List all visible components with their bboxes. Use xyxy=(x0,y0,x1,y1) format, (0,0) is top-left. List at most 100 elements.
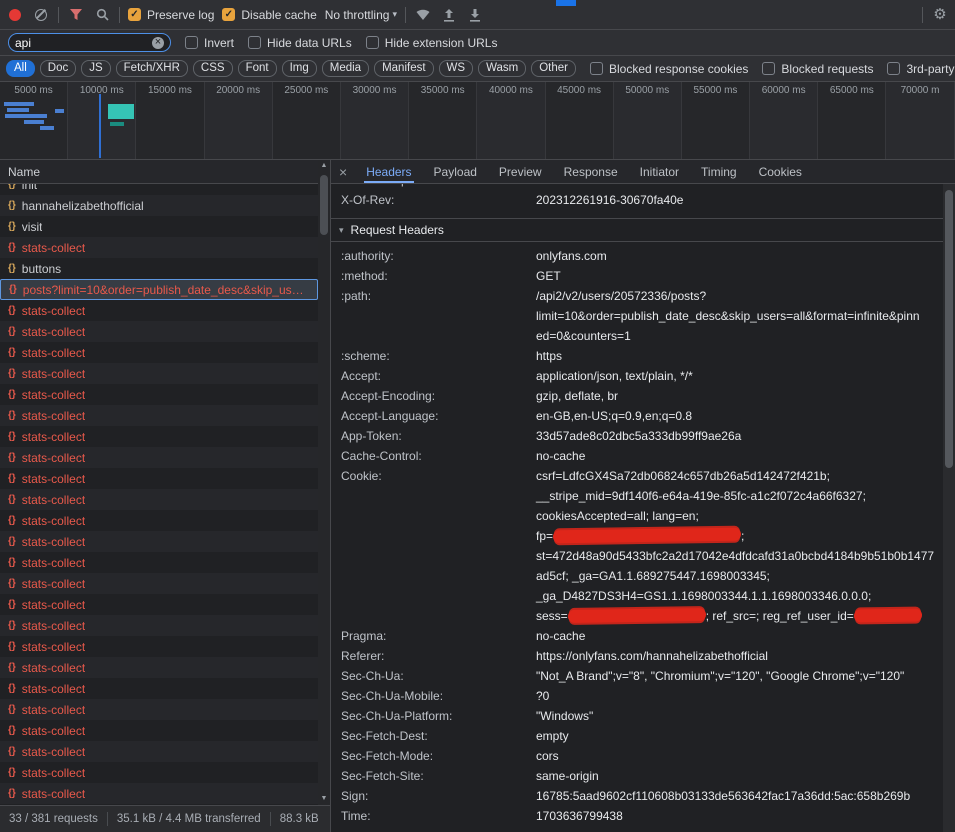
header-name: Cache-Control: xyxy=(341,446,536,466)
disable-cache-checkbox[interactable]: Disable cache xyxy=(222,8,316,22)
tab-payload[interactable]: Payload xyxy=(423,160,488,183)
scroll-up-icon[interactable]: ▲ xyxy=(321,160,328,172)
details-scrollbar[interactable] xyxy=(943,184,955,832)
header-value: gzip, deflate, br xyxy=(536,386,943,406)
name-column-header[interactable]: Name xyxy=(0,160,318,184)
header-value-text: limit=10&order=publish_date_desc&skip_us… xyxy=(536,309,920,323)
search-button[interactable] xyxy=(93,6,111,24)
header-value-text: /api2/v2/users/20572336/posts? xyxy=(536,289,706,303)
type-filter-manifest[interactable]: Manifest xyxy=(374,60,433,77)
network-conditions-button[interactable] xyxy=(414,6,432,24)
timeline-tick: 55000 ms xyxy=(682,82,750,159)
request-row[interactable]: {}stats-collect xyxy=(0,489,318,510)
hide-extension-urls-checkbox[interactable]: Hide extension URLs xyxy=(366,36,498,50)
blocked-requests-checkbox[interactable]: Blocked requests xyxy=(762,62,873,76)
type-filter-fetch-xhr[interactable]: Fetch/XHR xyxy=(116,60,188,77)
type-filter-wasm[interactable]: Wasm xyxy=(478,60,526,77)
scroll-down-icon[interactable]: ▼ xyxy=(321,793,328,805)
tab-timing[interactable]: Timing xyxy=(690,160,748,183)
preserve-log-checkbox[interactable]: Preserve log xyxy=(128,8,214,22)
timeline-tick: 45000 ms xyxy=(546,82,614,159)
details-scrollbar-thumb[interactable] xyxy=(945,190,953,468)
json-braces-icon: {} xyxy=(8,599,16,610)
type-filter-ws[interactable]: WS xyxy=(439,60,474,77)
scrollbar-thumb[interactable] xyxy=(320,175,328,235)
request-row[interactable]: {}stats-collect xyxy=(0,405,318,426)
request-row[interactable]: {}stats-collect xyxy=(0,783,318,804)
header-row: Sec-Fetch-Mode:cors xyxy=(331,746,943,766)
timeline-overview[interactable]: 5000 ms10000 ms15000 ms20000 ms25000 ms3… xyxy=(0,82,955,160)
request-row[interactable]: {}stats-collect xyxy=(0,447,318,468)
request-list-scrollbar[interactable]: ▲ ▼ xyxy=(318,160,330,805)
request-row[interactable]: {}stats-collect xyxy=(0,657,318,678)
type-filter-img[interactable]: Img xyxy=(282,60,317,77)
type-filter-all[interactable]: All xyxy=(6,60,35,77)
request-row[interactable]: {}stats-collect xyxy=(0,678,318,699)
request-row[interactable]: {}stats-collect xyxy=(0,510,318,531)
request-row[interactable]: {}stats-collect xyxy=(0,321,318,342)
request-row[interactable]: {}stats-collect xyxy=(0,552,318,573)
request-headers-section[interactable]: ▾ Request Headers xyxy=(331,218,943,242)
request-row[interactable]: {}stats-collect xyxy=(0,741,318,762)
type-filter-media[interactable]: Media xyxy=(322,60,369,77)
request-row[interactable]: {}hannahelizabethofficial xyxy=(0,195,318,216)
header-value-line: fp=; xyxy=(536,526,943,546)
type-filter-css[interactable]: CSS xyxy=(193,60,233,77)
filter-toggle-button[interactable] xyxy=(67,6,85,24)
header-value-line: no-cache xyxy=(536,446,943,466)
type-filter-other[interactable]: Other xyxy=(531,60,576,77)
record-button[interactable] xyxy=(6,6,24,24)
type-filter-font[interactable]: Font xyxy=(238,60,277,77)
close-details-icon[interactable]: × xyxy=(339,165,347,179)
request-row[interactable]: {}stats-collect xyxy=(0,363,318,384)
export-har-button[interactable] xyxy=(466,6,484,24)
hide-data-urls-checkbox[interactable]: Hide data URLs xyxy=(248,36,352,50)
tab-preview[interactable]: Preview xyxy=(488,160,553,183)
header-value-line: same-origin xyxy=(536,766,943,786)
type-filter-doc[interactable]: Doc xyxy=(40,60,76,77)
request-row[interactable]: {}stats-collect xyxy=(0,573,318,594)
header-row: :method:GET xyxy=(331,266,943,286)
request-row[interactable]: {}buttons xyxy=(0,258,318,279)
throttling-select[interactable]: No throttling ▾ xyxy=(325,8,397,22)
blocked-response-cookies-checkbox[interactable]: Blocked response cookies xyxy=(590,62,748,76)
request-name: stats-collect xyxy=(22,430,85,444)
invert-checkbox[interactable]: Invert xyxy=(185,36,234,50)
request-row[interactable]: {}stats-collect xyxy=(0,342,318,363)
request-row[interactable]: {}stats-collect xyxy=(0,384,318,405)
filter-input[interactable]: api × xyxy=(8,33,171,52)
request-row[interactable]: {}stats-collect xyxy=(0,237,318,258)
request-row[interactable]: {}stats-collect xyxy=(0,426,318,447)
timeline-tick: 65000 ms xyxy=(818,82,886,159)
request-row[interactable]: {}posts?limit=10&order=publish_date_desc… xyxy=(0,279,318,300)
header-value-line: 16785:5aad9602cf110608b03133de563642fac1… xyxy=(536,786,943,806)
import-har-button[interactable] xyxy=(440,6,458,24)
header-value-line: sess=; ref_src=; reg_ref_user_id= xyxy=(536,606,943,626)
request-row[interactable]: {}stats-collect xyxy=(0,531,318,552)
tab-initiator[interactable]: Initiator xyxy=(629,160,690,183)
type-filter-js[interactable]: JS xyxy=(81,60,110,77)
request-row[interactable]: {}stats-collect xyxy=(0,636,318,657)
json-braces-icon: {} xyxy=(8,662,16,673)
request-row[interactable]: {}stats-collect xyxy=(0,699,318,720)
divider xyxy=(119,7,120,23)
tab-response[interactable]: Response xyxy=(553,160,629,183)
request-row[interactable]: {}init xyxy=(0,184,318,195)
timeline-activity-bar xyxy=(4,102,34,106)
clear-log-button[interactable] xyxy=(32,6,50,24)
timeline-tick: 35000 ms xyxy=(409,82,477,159)
tab-cookies[interactable]: Cookies xyxy=(748,160,813,183)
request-row[interactable]: {}stats-collect xyxy=(0,468,318,489)
request-row[interactable]: {}stats-collect xyxy=(0,615,318,636)
request-row[interactable]: {}stats-collect xyxy=(0,762,318,783)
third-party-requests-checkbox[interactable]: 3rd-party requests xyxy=(887,62,955,76)
search-icon xyxy=(96,8,109,21)
settings-button[interactable]: ⚙ xyxy=(931,6,949,24)
tab-headers[interactable]: Headers xyxy=(355,160,422,183)
hide-data-urls-label: Hide data URLs xyxy=(267,36,352,50)
request-row[interactable]: {}stats-collect xyxy=(0,300,318,321)
clear-filter-icon[interactable]: × xyxy=(152,37,164,49)
request-row[interactable]: {}visit xyxy=(0,216,318,237)
request-row[interactable]: {}stats-collect xyxy=(0,594,318,615)
request-row[interactable]: {}stats-collect xyxy=(0,720,318,741)
